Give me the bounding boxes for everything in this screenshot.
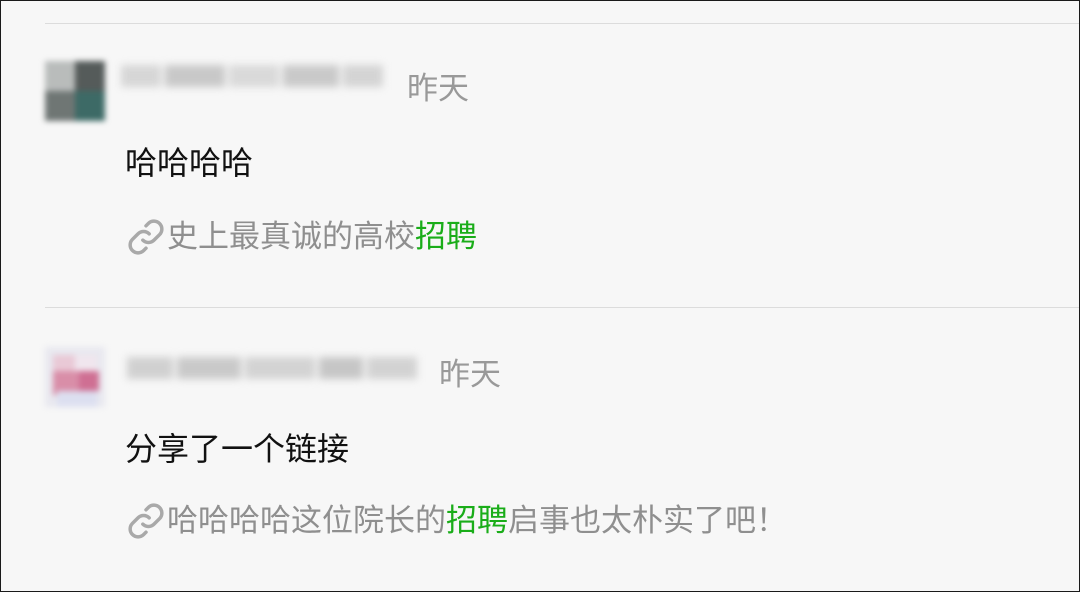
link-title: 哈哈哈哈这位院长的招聘启事也太朴实了吧！ [167,501,787,541]
avatar[interactable] [45,61,105,121]
username-blurred[interactable] [127,351,417,385]
comment-content: 分享了一个链接 [125,430,350,468]
shared-link[interactable]: 哈哈哈哈这位院长的招聘启事也太朴实了吧！ [127,501,787,541]
divider [45,307,1079,308]
link-title-text: 哈哈哈哈这位院长的 [167,503,446,539]
avatar[interactable] [45,347,105,407]
link-icon [128,503,164,539]
username-blurred[interactable] [121,59,383,93]
shared-link[interactable]: 史上最真诚的高校招聘 [127,217,477,257]
comment-time: 昨天 [407,71,469,107]
link-title-text: 史上最真诚的高校 [167,219,415,255]
link-keyword-highlight: 招聘 [415,219,477,255]
divider [45,23,1079,24]
link-icon [128,219,164,255]
link-keyword-highlight: 招聘 [446,503,508,539]
comment-time: 昨天 [439,357,501,393]
link-title: 史上最真诚的高校招聘 [167,217,477,257]
comment-content: 哈哈哈哈 [125,144,254,182]
link-title-text-tail: 启事也太朴实了吧！ [508,503,787,539]
comment-feed: 昨天 哈哈哈哈 史上最真诚的高校招聘 昨天 分享了一个链接 哈哈哈哈这位院长的招… [0,0,1080,592]
